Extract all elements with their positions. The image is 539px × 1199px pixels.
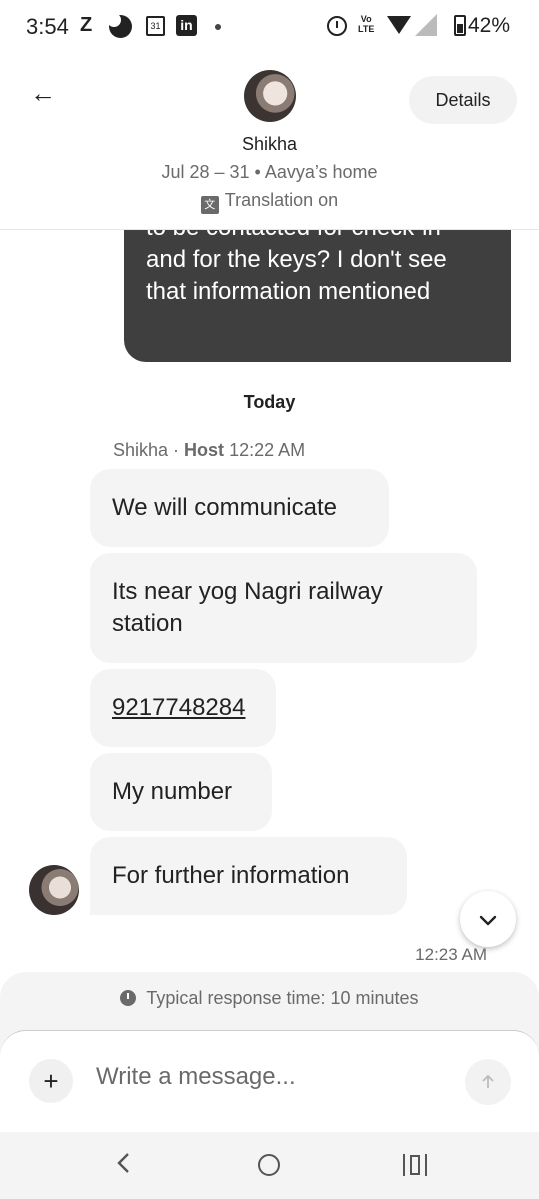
nav-back-button[interactable] <box>112 1148 134 1186</box>
host-avatar[interactable] <box>244 70 296 122</box>
sender-info: Shikha · Host 12:22 AM <box>113 440 306 460</box>
scroll-to-bottom-button[interactable] <box>460 891 516 947</box>
clock-icon <box>120 990 137 1006</box>
message-text: Its near yog Nagri railway station <box>112 578 383 637</box>
moon-icon <box>107 13 132 38</box>
incoming-message-bubble[interactable]: 9217748284 <box>90 669 276 747</box>
nav-recents-bar-mid <box>410 1155 420 1175</box>
nav-recents-bar-left <box>403 1154 405 1176</box>
system-nav-bar <box>0 1132 539 1199</box>
linkedin-icon: in <box>176 15 197 36</box>
incoming-message-bubble[interactable]: We will communicate <box>90 469 389 547</box>
nav-home-button[interactable] <box>258 1154 280 1176</box>
more-notifications-icon <box>215 24 221 30</box>
back-button[interactable]: ← <box>30 78 60 108</box>
add-attachment-button[interactable]: + <box>29 1059 73 1103</box>
composer-area: Typical response time: 10 minutes + Writ… <box>0 972 539 1132</box>
phone-number-link[interactable]: 9217748284 <box>112 694 245 721</box>
response-time-text: Typical response time: 10 minutes <box>146 988 419 1008</box>
volte-top: Vo <box>360 14 372 24</box>
message-text: For further information <box>112 862 350 889</box>
translation-label: Translation on <box>224 190 339 210</box>
chat-header: ← Details Shikha Jul 28 – 31 • Aavya’s h… <box>0 54 539 230</box>
volte-bottom: LTE <box>358 24 375 34</box>
plus-icon: + <box>43 1066 59 1096</box>
status-bar: 3:54 Z 31 in Vo LTE 42% <box>0 0 539 54</box>
translation-status[interactable]: 文 Translation on <box>0 190 539 214</box>
arrow-up-icon <box>482 1074 494 1088</box>
status-time: 3:54 <box>26 14 69 39</box>
send-button[interactable] <box>465 1059 511 1105</box>
message-input[interactable]: Write a message... <box>96 1063 296 1091</box>
translate-icon: 文 <box>200 196 219 214</box>
response-time-info: Typical response time: 10 minutes <box>0 988 539 1009</box>
sender-time: 12:22 AM <box>229 440 306 460</box>
incoming-message-bubble[interactable]: For further information <box>90 837 407 915</box>
sender-name: Shikha <box>113 440 169 460</box>
battery-percent: 42% <box>468 14 511 37</box>
battery-icon <box>454 15 466 36</box>
incoming-message-bubble[interactable]: Its near yog Nagri railway station <box>90 553 477 663</box>
nav-back-icon <box>117 1153 129 1173</box>
details-button[interactable]: Details <box>409 76 517 124</box>
message-composer: + Write a message... <box>0 1030 539 1132</box>
trip-info: Jul 28 – 31 • Aavya’s home <box>161 162 378 182</box>
outgoing-line: that information mentioned <box>146 278 431 305</box>
alarm-icon <box>327 16 347 36</box>
sender-role: Host <box>184 440 225 460</box>
message-text: We will communicate <box>112 494 337 521</box>
wifi-icon <box>387 16 411 34</box>
message-text: My number <box>112 778 233 805</box>
arrow-left-icon: ← <box>30 78 56 108</box>
signal-icon <box>415 14 437 36</box>
volte-icon: Vo LTE <box>358 14 374 34</box>
chevron-down-icon <box>479 915 497 926</box>
day-separator: Today <box>243 392 296 412</box>
host-name: Shikha <box>241 134 298 154</box>
message-timestamp: 12:23 AM <box>415 945 487 964</box>
outgoing-line: and for the keys? I don't see <box>146 246 447 273</box>
calendar-icon: 31 <box>146 16 165 36</box>
nav-recents-button[interactable] <box>403 1154 427 1176</box>
host-avatar-small[interactable] <box>29 865 79 915</box>
incoming-message-bubble[interactable]: My number <box>90 753 272 831</box>
z-app-icon: Z <box>80 14 93 36</box>
nav-recents-bar-right <box>425 1154 427 1176</box>
